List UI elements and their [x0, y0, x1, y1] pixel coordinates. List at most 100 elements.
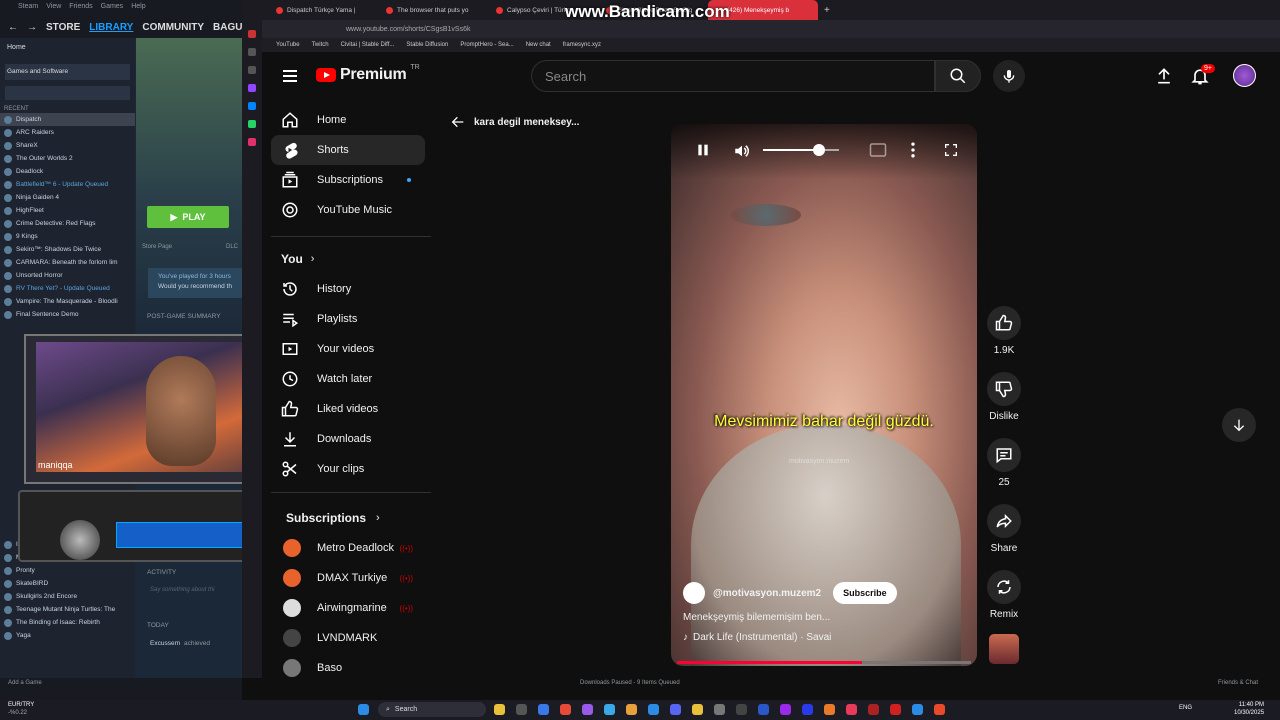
taskbar-app-icon[interactable]	[516, 704, 527, 715]
guide-item-history[interactable]: History	[271, 274, 425, 304]
store-page-link[interactable]: Store Page	[142, 244, 172, 250]
game-list-item[interactable]: ShareX	[0, 139, 135, 152]
guide-item-subscriptions[interactable]: Subscriptions	[271, 165, 425, 195]
menu-icon[interactable]	[283, 70, 297, 82]
game-list-item[interactable]: SkateBIRD	[0, 577, 135, 590]
taskbar-app-icon[interactable]	[934, 704, 945, 715]
remix-button[interactable]	[987, 570, 1021, 604]
share-button[interactable]	[987, 504, 1021, 538]
ticker-widget[interactable]: EUR/TRY -%0.22	[8, 701, 34, 717]
guide-item-liked-videos[interactable]: Liked videos	[271, 394, 425, 424]
url-bar[interactable]: www.youtube.com/shorts/CSgsB1vSs6k	[242, 20, 1280, 38]
steam-community-link[interactable]: COMMUNITY	[142, 22, 204, 33]
forward-arrow-icon[interactable]: →	[27, 22, 37, 33]
back-arrow-icon[interactable]: ←	[8, 22, 18, 33]
more-options-button[interactable]	[908, 140, 918, 165]
game-list-item[interactable]: Yaga	[0, 629, 135, 642]
subscription-item[interactable]: Baso	[271, 653, 425, 683]
dlc-link[interactable]: DLC	[226, 244, 238, 250]
avatar[interactable]	[1233, 64, 1256, 87]
search-button[interactable]	[935, 60, 981, 92]
game-list-item[interactable]: Teenage Mutant Ninja Turtles: The	[0, 603, 135, 616]
you-section-header[interactable]: You ›	[271, 244, 425, 274]
bookmark-item[interactable]: YouTube	[276, 42, 300, 48]
clock[interactable]: 11:40 PM 10/30/2025	[1234, 701, 1264, 717]
subscribe-button[interactable]: Subscribe	[833, 582, 897, 604]
taskbar-app-icon[interactable]	[538, 704, 549, 715]
steam-menu-help[interactable]: Help	[131, 3, 145, 13]
game-list-item[interactable]: The Binding of Isaac: Rebirth	[0, 616, 135, 629]
taskbar-app-icon[interactable]	[846, 704, 857, 715]
downloads-status[interactable]: Downloads Paused - 9 Items Queued	[580, 680, 680, 686]
game-list-item[interactable]: Deadlock	[0, 165, 135, 178]
create-button[interactable]	[1154, 66, 1174, 91]
sidebar-app-icon[interactable]	[248, 30, 256, 38]
steam-menu-steam[interactable]: Steam	[18, 3, 38, 13]
like-button[interactable]	[987, 306, 1021, 340]
game-list-item[interactable]: Ninja Gaiden 4	[0, 191, 135, 204]
guide-item-downloads[interactable]: Downloads	[271, 424, 425, 454]
music-link[interactable]: ♪ Dark Life (Instrumental) · Savai	[683, 632, 831, 643]
steam-home-link[interactable]: Home	[0, 38, 135, 58]
subscription-item[interactable]: DMAX Turkiye ((•))	[271, 563, 425, 593]
taskbar-app-icon[interactable]	[582, 704, 593, 715]
game-list-item[interactable]: The Outer Worlds 2	[0, 152, 135, 165]
subscriptions-section-header[interactable]: Subscriptions ›	[262, 503, 416, 533]
bookmark-item[interactable]: Twitch	[312, 42, 329, 48]
guide-item-watch-later[interactable]: Watch later	[271, 364, 425, 394]
start-icon[interactable]	[358, 704, 369, 715]
guide-item-your-videos[interactable]: Your videos	[271, 334, 425, 364]
sidebar-app-icon[interactable]	[248, 66, 256, 74]
steam-menu-view[interactable]: View	[46, 3, 61, 13]
taskbar-app-icon[interactable]	[912, 704, 923, 715]
guide-item-shorts[interactable]: Shorts	[271, 135, 425, 165]
steam-menu-games[interactable]: Games	[101, 3, 124, 13]
game-list-item[interactable]: Dispatch	[0, 113, 135, 126]
sidebar-app-icon[interactable]	[248, 48, 256, 56]
guide-item-your-clips[interactable]: Your clips	[271, 454, 425, 484]
taskbar-app-icon[interactable]	[824, 704, 835, 715]
browser-tab[interactable]: The browser that puts yo	[378, 0, 488, 20]
taskbar-app-icon[interactable]	[560, 704, 571, 715]
new-tab-icon[interactable]: +	[818, 5, 830, 16]
taskbar-app-icon[interactable]	[604, 704, 615, 715]
bookmark-item[interactable]: Civitai | Stable Diff...	[341, 42, 395, 48]
steam-library-link[interactable]: LIBRARY	[89, 22, 133, 33]
subscription-item[interactable]: Airwingmarine ((•))	[271, 593, 425, 623]
add-game-button[interactable]: Add a Game	[8, 680, 42, 686]
instagram-icon[interactable]	[248, 138, 256, 146]
taskbar-app-icon[interactable]	[714, 704, 725, 715]
twitch-icon[interactable]	[248, 84, 256, 92]
sound-thumbnail[interactable]	[989, 634, 1019, 664]
taskbar-app-icon[interactable]	[758, 704, 769, 715]
game-list-item[interactable]: 9 Kings	[0, 230, 135, 243]
bookmark-item[interactable]: New chat	[526, 42, 551, 48]
taskbar-app-icon[interactable]	[648, 704, 659, 715]
messenger-icon[interactable]	[248, 102, 256, 110]
game-list-item[interactable]: Pronty	[0, 564, 135, 577]
search-input[interactable]: Search	[531, 60, 935, 92]
game-list-item[interactable]: CARMARA: Beneath the forlorn lim	[0, 256, 135, 269]
browser-tab[interactable]: Dispatch Türkçe Yama |	[268, 0, 378, 20]
achiever-name[interactable]: Excussem	[150, 640, 180, 647]
game-list-item[interactable]: Crime Detective: Red Flags	[0, 217, 135, 230]
taskbar-app-icon[interactable]	[802, 704, 813, 715]
game-list-item[interactable]: RV There Yet? - Update Queued	[0, 282, 135, 295]
next-video-button[interactable]	[1222, 408, 1256, 442]
steam-search-input[interactable]	[5, 86, 130, 100]
taskbar-app-icon[interactable]	[692, 704, 703, 715]
whatsapp-icon[interactable]	[248, 120, 256, 128]
channel-avatar[interactable]	[683, 582, 705, 604]
fullscreen-button[interactable]	[943, 142, 959, 163]
dislike-button[interactable]	[987, 372, 1021, 406]
steam-store-link[interactable]: STORE	[46, 22, 80, 33]
language-indicator[interactable]: ENG	[1179, 705, 1192, 711]
subscription-item[interactable]: Metro Deadlock ((•))	[271, 533, 425, 563]
bookmark-item[interactable]: framesync.xyz	[563, 42, 601, 48]
game-list-item[interactable]: ARC Raiders	[0, 126, 135, 139]
game-list-item[interactable]: Battlefield™ 6 - Update Queued	[0, 178, 135, 191]
bookmark-item[interactable]: PromptHero - Sea...	[460, 42, 513, 48]
url-text[interactable]: www.youtube.com/shorts/CSgsB1vSs6k	[346, 26, 471, 33]
channel-name[interactable]: @motivasyon.muzem2	[713, 588, 821, 599]
video-title[interactable]: Menekşeymiş bilememişim ben...	[683, 612, 830, 623]
